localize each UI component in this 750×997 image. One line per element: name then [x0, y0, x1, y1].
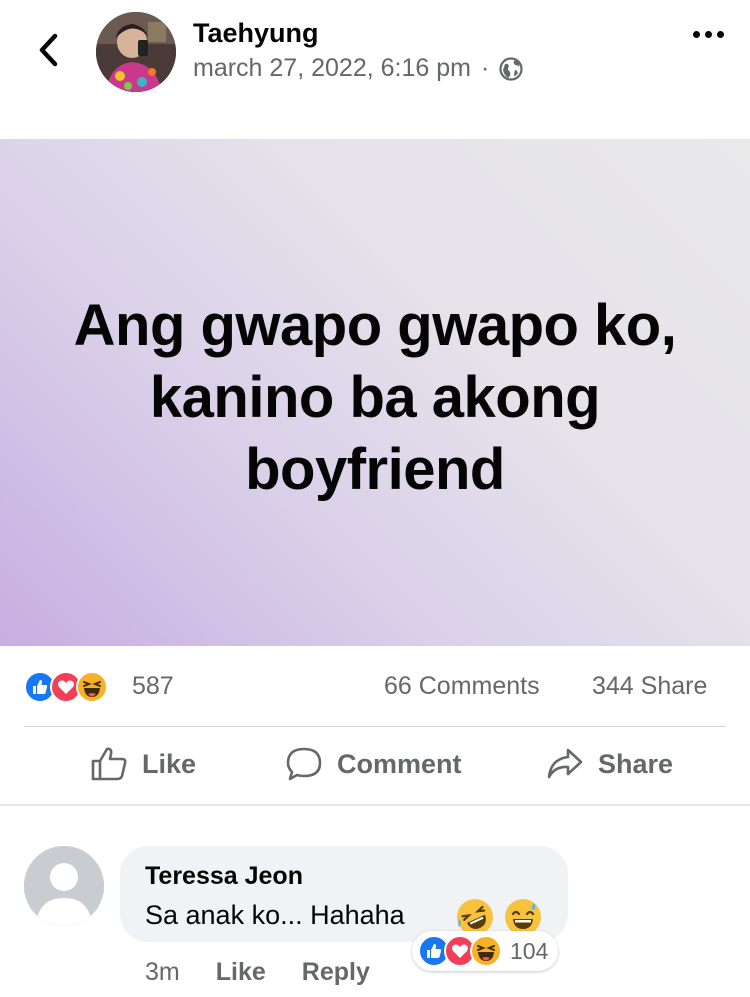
reaction-summary[interactable]	[24, 671, 108, 703]
thumbs-up-icon	[91, 747, 127, 781]
post-text: Ang gwapo gwapo ko, kanino ba akong boyf…	[73, 293, 677, 502]
post-header: Taehyung march 27, 2022, 6:16 pm ·	[0, 0, 750, 110]
comment-like-button[interactable]: Like	[216, 958, 266, 987]
default-avatar-icon	[24, 846, 104, 926]
more-dots-icon	[692, 30, 700, 38]
globe-icon	[499, 56, 523, 81]
author-avatar[interactable]	[96, 12, 176, 92]
profile-photo	[96, 12, 176, 92]
chevron-left-icon	[39, 33, 58, 67]
commenter-name[interactable]: Teressa Jeon	[145, 862, 303, 891]
reaction-count[interactable]: 587	[132, 672, 174, 701]
back-button[interactable]	[30, 30, 66, 70]
comments-count[interactable]: 66 Comments	[384, 672, 540, 701]
comment-bubble-icon	[286, 747, 322, 781]
post-timestamp[interactable]: march 27, 2022, 6:16 pm	[193, 54, 471, 83]
post-meta: march 27, 2022, 6:16 pm ·	[193, 54, 523, 83]
meta-separator: ·	[480, 54, 490, 82]
comment-reaction-summary[interactable]: 104	[412, 931, 559, 971]
comment-reaction-count: 104	[510, 937, 549, 964]
comment-text: Sa anak ko... Hahaha	[145, 900, 405, 930]
share-count[interactable]: 344 Share	[592, 672, 707, 701]
comment-reply-button[interactable]: Reply	[302, 958, 370, 987]
more-options-button[interactable]	[688, 22, 728, 46]
divider	[24, 726, 726, 727]
share-label: Share	[598, 748, 674, 779]
share-button[interactable]: Share	[546, 746, 673, 782]
comment-button[interactable]: Comment	[285, 746, 462, 782]
post-stats: 587 66 Comments 344 Share	[0, 660, 750, 716]
post-actions: Like Comment Share	[0, 736, 750, 798]
share-arrow-icon	[547, 748, 583, 779]
haha-reaction-icon	[470, 935, 502, 967]
like-button[interactable]: Like	[90, 746, 196, 782]
commenter-avatar[interactable]	[24, 846, 104, 926]
comment-meta: 3m Like Reply	[145, 958, 370, 987]
like-label: Like	[142, 748, 197, 779]
section-separator	[0, 804, 750, 806]
author-name[interactable]: Taehyung	[193, 18, 319, 49]
haha-reaction-icon	[76, 671, 108, 703]
comment-time[interactable]: 3m	[145, 958, 180, 987]
comment-label: Comment	[337, 748, 462, 779]
